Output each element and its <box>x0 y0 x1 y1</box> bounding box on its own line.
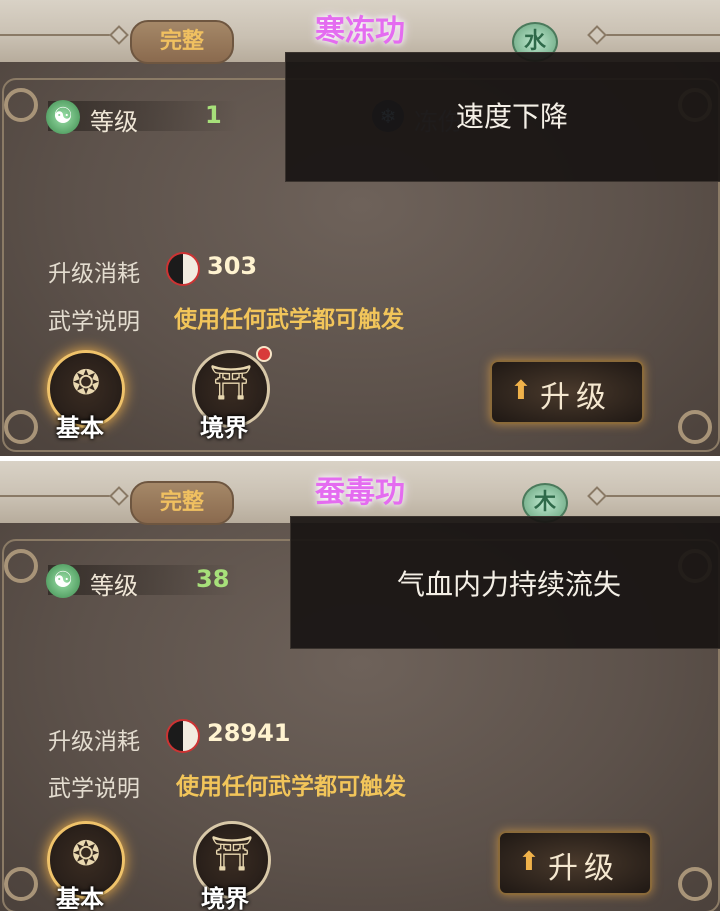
upgrade-cost-label: 升级消耗 <box>48 729 140 755</box>
complete-tag: 完整 <box>130 481 234 525</box>
header-divider-left <box>0 495 120 497</box>
up-arrow-icon: ⬆ <box>510 376 532 406</box>
frame-corner-ornament <box>4 867 38 901</box>
tab-basic-label: 基本 <box>56 414 104 442</box>
upgrade-button[interactable]: ⬆ 升级 <box>490 360 644 424</box>
notification-dot <box>256 346 272 362</box>
skill-desc-label: 武学说明 <box>48 309 140 335</box>
frame-corner-ornament <box>678 867 712 901</box>
yin-yang-currency-icon <box>166 252 200 286</box>
upgrade-button[interactable]: ⬆ 升级 <box>498 831 652 895</box>
scroll-icon: ❂ <box>71 834 101 874</box>
upgrade-button-label: 升级 <box>548 851 620 886</box>
frame-corner-ornament <box>678 410 712 444</box>
header-divider-right <box>592 495 720 497</box>
skill-title: 寒冻功 <box>315 14 405 49</box>
effect-tooltip: 气血内力持续流失 <box>290 516 720 649</box>
level-label: 等级 <box>90 572 138 600</box>
tooltip-text: 气血内力持续流失 <box>397 568 622 601</box>
frame-corner-ornament <box>4 410 38 444</box>
upgrade-cost-value: 303 <box>207 252 258 280</box>
yin-yang-icon: ☯ <box>46 100 80 134</box>
yin-yang-icon: ☯ <box>46 564 80 598</box>
level-value: 1 <box>205 101 222 129</box>
skill-panel-cold-frost: 完整 寒冻功 水 ☯ 等级 1 ❄ 冻伤 升级消耗 303 武学说明 使用任何武… <box>0 0 720 456</box>
frame-corner-ornament <box>4 88 38 122</box>
skill-title: 蚕毒功 <box>315 475 405 510</box>
upgrade-button-label: 升级 <box>540 380 612 415</box>
level-label: 等级 <box>90 108 138 136</box>
yin-yang-currency-icon <box>166 719 200 753</box>
skill-desc-label: 武学说明 <box>48 776 140 802</box>
tooltip-text: 速度下降 <box>456 100 569 133</box>
header-divider-left <box>0 34 120 36</box>
upgrade-cost-value: 28941 <box>207 719 291 747</box>
skill-desc-text: 使用任何武学都可触发 <box>174 307 404 333</box>
tab-realm-label: 境界 <box>200 414 248 442</box>
tab-basic-label: 基本 <box>56 885 104 911</box>
skill-panel-silkworm-poison: 完整 蚕毒功 木 ☯ 等级 38 升级消耗 28941 武学说明 使用任何武学都… <box>0 461 720 911</box>
header-divider-right <box>592 34 720 36</box>
skill-desc-text: 使用任何武学都可触发 <box>176 774 406 800</box>
effect-tooltip: 速度下降 <box>285 52 720 182</box>
frame-corner-ornament <box>4 549 38 583</box>
upgrade-cost-label: 升级消耗 <box>48 261 140 287</box>
up-arrow-icon: ⬆ <box>518 847 540 877</box>
scroll-icon: ❂ <box>71 363 101 403</box>
praying-hands-icon: ⛩ <box>210 834 254 874</box>
complete-tag: 完整 <box>130 20 234 64</box>
tab-realm-label: 境界 <box>201 885 249 911</box>
praying-hands-icon: ⛩ <box>209 363 253 403</box>
level-value: 38 <box>196 565 230 593</box>
